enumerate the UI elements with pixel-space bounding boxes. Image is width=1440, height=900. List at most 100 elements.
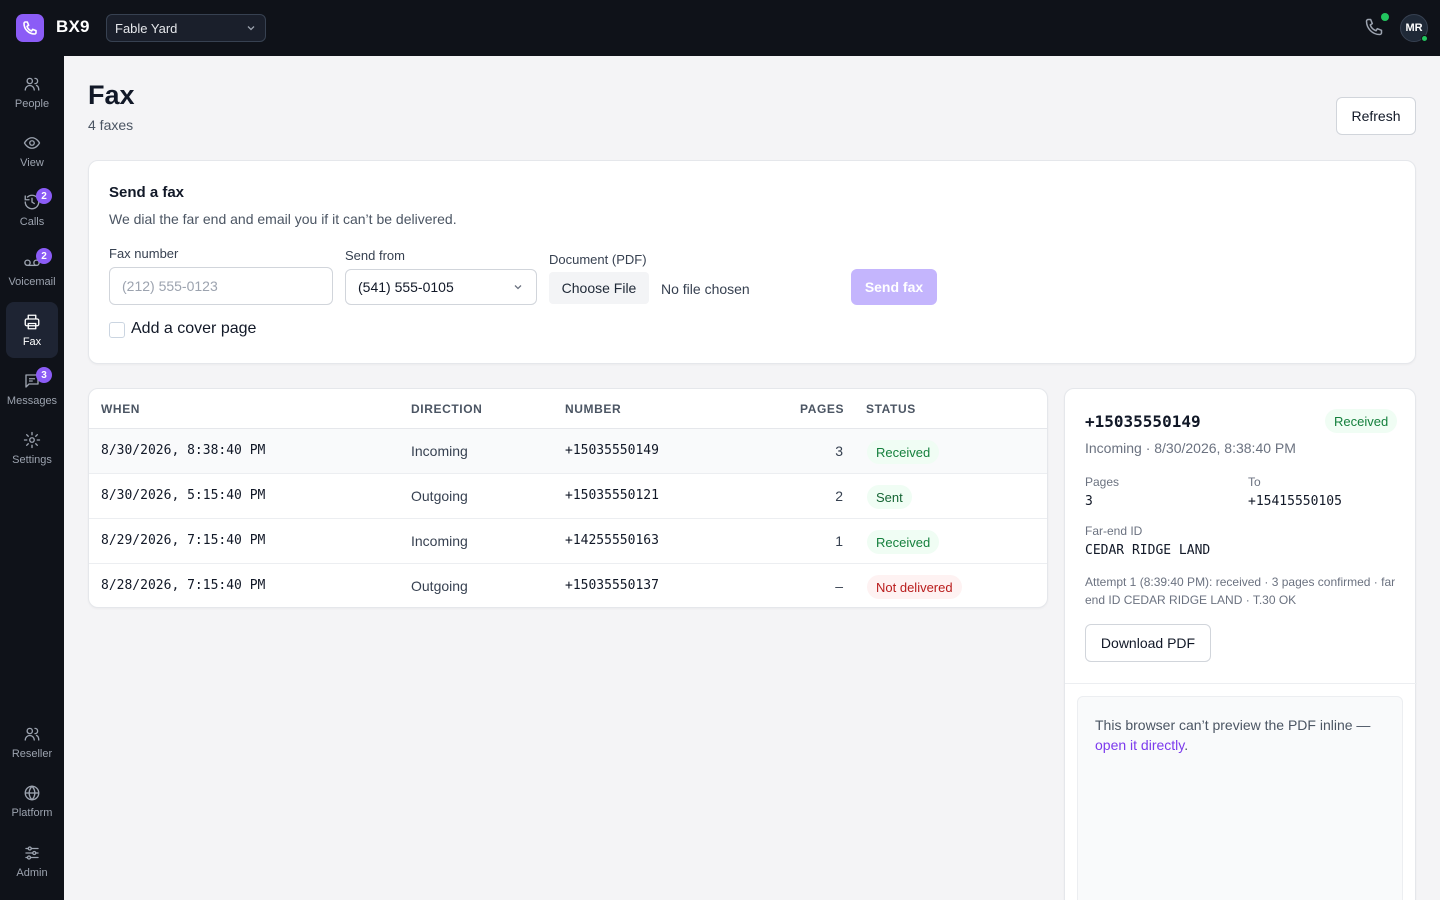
cover-page-checkbox[interactable] <box>109 322 125 338</box>
cell-number: +15035550149 <box>565 443 659 458</box>
org-select[interactable]: Fable Yard <box>106 14 266 42</box>
voicemail-count-badge: 2 <box>36 248 52 264</box>
sidebar-item-calls[interactable]: Calls 2 <box>6 182 58 238</box>
document-label: Document (PDF) <box>549 252 647 267</box>
cell-direction: Outgoing <box>411 488 468 504</box>
open-pdf-link[interactable]: open it directly <box>1095 737 1184 753</box>
sidebar-item-label: Admin <box>16 866 48 879</box>
globe-icon <box>24 784 40 801</box>
sidebar-item-label: Reseller <box>11 747 53 760</box>
phone-icon <box>1365 18 1383 36</box>
send-fax-subtitle: We dial the far end and email you if it … <box>109 211 457 227</box>
sidebar-item-label: Fax <box>22 335 42 348</box>
detail-meta: Incoming · 8/30/2026, 8:38:40 PM <box>1085 440 1296 456</box>
cover-page-label[interactable]: Add a cover page <box>131 320 256 338</box>
table-row[interactable]: 8/30/2026, 8:38:40 PM Incoming +15035550… <box>89 429 1047 474</box>
choose-file-button[interactable]: Choose File <box>549 272 649 304</box>
send-from-value: (541) 555-0105 <box>358 279 454 295</box>
sidebar-item-reseller[interactable]: Reseller <box>6 714 58 770</box>
detail-divider <box>1065 683 1417 684</box>
sidebar-item-label: People <box>14 97 50 110</box>
people-icon <box>24 77 40 91</box>
fax-number-input[interactable]: (212) 555-0123 <box>109 267 333 305</box>
cell-pages: 2 <box>835 488 843 504</box>
people-icon <box>24 727 40 741</box>
cell-number: +15035550137 <box>565 578 659 593</box>
table-row[interactable]: 8/29/2026, 7:15:40 PM Incoming +14255550… <box>89 519 1047 564</box>
org-select-value: Fable Yard <box>115 20 178 36</box>
sidebar-item-label: Voicemail <box>8 275 56 288</box>
sidebar-item-people[interactable]: People <box>6 64 58 120</box>
cell-when: 8/29/2026, 7:15:40 PM <box>101 533 266 548</box>
send-from-label: Send from <box>345 248 405 263</box>
column-header-status[interactable]: STATUS <box>866 402 916 416</box>
preview-text: This browser can’t preview the PDF inlin… <box>1095 717 1371 733</box>
sidebar-item-settings[interactable]: Settings <box>6 420 58 476</box>
sidebar-item-platform[interactable]: Platform <box>6 773 58 829</box>
cell-number: +14255550163 <box>565 533 659 548</box>
cell-when: 8/30/2026, 5:15:40 PM <box>101 488 266 503</box>
column-header-when[interactable]: WHEN <box>101 402 140 416</box>
cell-pages: – <box>835 578 843 594</box>
cell-when: 8/30/2026, 8:38:40 PM <box>101 443 266 458</box>
status-badge: Received <box>867 440 940 464</box>
far-end-label: Far-end ID <box>1085 524 1143 538</box>
calls-count-badge: 2 <box>36 188 52 204</box>
top-bar: BX9 Fable Yard MR <box>0 0 1440 56</box>
sidebar-item-label: View <box>20 156 44 169</box>
pdf-preview: This browser can’t preview the PDF inlin… <box>1077 696 1403 900</box>
sidebar-item-label: Settings <box>12 453 52 466</box>
eye-icon <box>23 136 41 149</box>
refresh-button[interactable]: Refresh <box>1336 97 1416 135</box>
preview-message: This browser can’t preview the PDF inlin… <box>1095 715 1395 755</box>
sidebar-item-label: Platform <box>11 806 53 819</box>
detail-status-badge: Received <box>1325 409 1398 433</box>
phone-status-dot <box>1381 13 1389 21</box>
send-fax-title: Send a fax <box>109 184 185 201</box>
sidebar-item-view[interactable]: View <box>6 123 58 179</box>
cell-number: +15035550121 <box>565 488 659 503</box>
download-pdf-button[interactable]: Download PDF <box>1085 624 1211 662</box>
cell-pages: 3 <box>835 443 843 459</box>
fax-detail-panel: +15035550149 Received Incoming · 8/30/20… <box>1064 388 1417 900</box>
cell-direction: Incoming <box>411 533 468 549</box>
cell-pages: 1 <box>835 533 843 549</box>
table-row[interactable]: 8/30/2026, 5:15:40 PM Outgoing +15035550… <box>89 474 1047 519</box>
sidebar: People View Calls 2 Voicemail 2 Fax Mess… <box>0 56 64 900</box>
cell-direction: Incoming <box>411 443 468 459</box>
messages-count-badge: 3 <box>36 367 52 383</box>
sidebar-item-admin[interactable]: Admin <box>6 833 58 889</box>
fax-count: 4 faxes <box>88 117 134 133</box>
file-status: No file chosen <box>661 281 750 297</box>
pages-label: Pages <box>1085 475 1120 489</box>
cell-when: 8/28/2026, 7:15:40 PM <box>101 578 266 593</box>
status-badge: Received <box>867 530 940 554</box>
fax-number-label: Fax number <box>109 246 179 261</box>
send-from-select[interactable]: (541) 555-0105 <box>345 269 537 305</box>
column-header-number[interactable]: NUMBER <box>565 402 621 416</box>
chevron-down-icon <box>514 285 522 290</box>
printer-icon <box>24 314 40 329</box>
detail-number: +15035550149 <box>1085 412 1201 431</box>
to-value: +15415550105 <box>1248 494 1342 509</box>
gear-icon <box>23 431 41 448</box>
sidebar-item-fax[interactable]: Fax <box>6 302 58 358</box>
cell-direction: Outgoing <box>411 578 468 594</box>
sidebar-item-messages[interactable]: Messages 3 <box>6 361 58 417</box>
chevron-down-icon <box>247 26 255 31</box>
fax-table: WHEN DIRECTION NUMBER PAGES STATUS 8/30/… <box>88 388 1048 608</box>
presence-dot <box>1421 35 1428 42</box>
send-fax-card: Send a fax We dial the far end and email… <box>88 160 1416 364</box>
table-row[interactable]: 8/28/2026, 7:15:40 PM Outgoing +15035550… <box>89 564 1047 607</box>
sliders-icon <box>25 845 39 860</box>
column-header-direction[interactable]: DIRECTION <box>411 402 482 416</box>
sidebar-item-voicemail[interactable]: Voicemail 2 <box>6 242 58 298</box>
page-title: Fax <box>88 80 135 110</box>
sidebar-item-label: Messages <box>6 394 58 407</box>
app-logo[interactable] <box>16 14 44 42</box>
pages-value: 3 <box>1085 494 1093 509</box>
send-fax-button[interactable]: Send fax <box>851 269 937 305</box>
column-header-pages[interactable]: PAGES <box>800 402 844 416</box>
status-badge: Not delivered <box>867 575 962 599</box>
to-label: To <box>1248 475 1261 489</box>
